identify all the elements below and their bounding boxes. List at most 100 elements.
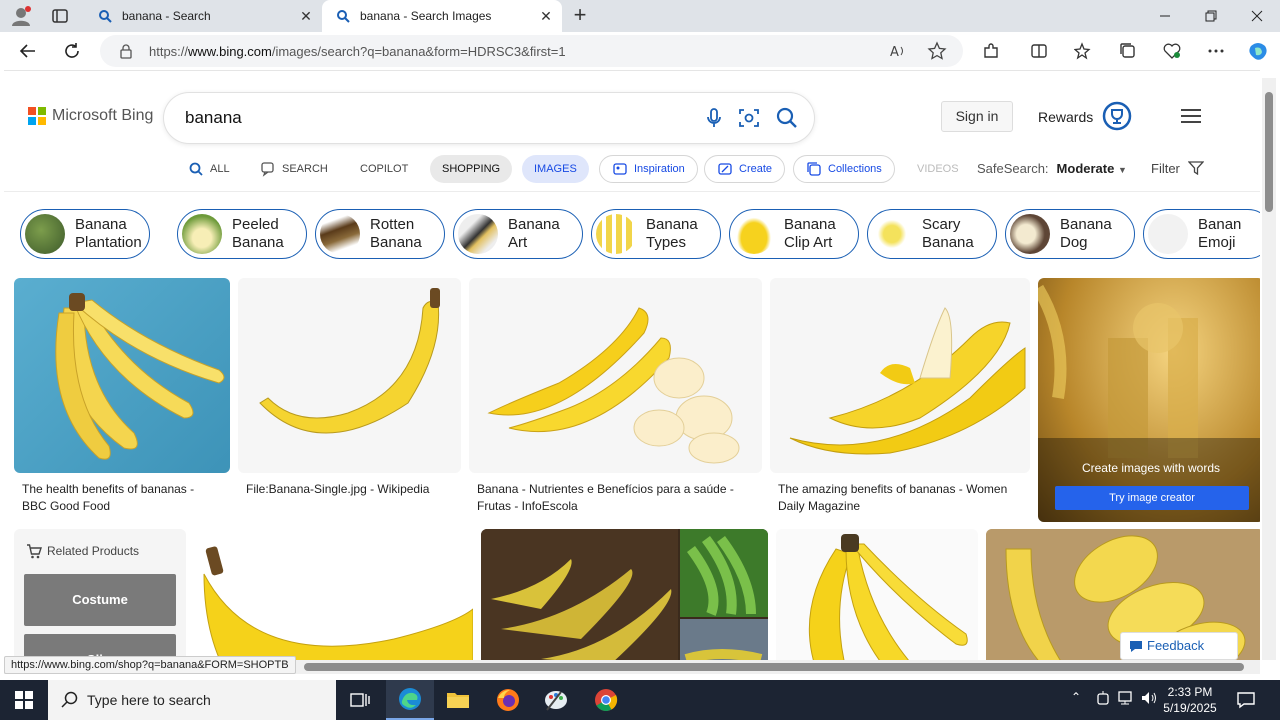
visual-search-icon[interactable]: [737, 106, 761, 130]
bing-logo[interactable]: Microsoft Bing: [28, 107, 153, 125]
chip-rotten-banana[interactable]: Rotten Banana: [315, 209, 445, 259]
start-button[interactable]: [0, 680, 48, 720]
tray-volume-icon[interactable]: [1141, 690, 1159, 710]
taskbar-app-4[interactable]: [532, 680, 580, 720]
result-image-1[interactable]: [14, 278, 230, 473]
result-image-3[interactable]: [469, 278, 762, 473]
chip-banana-art[interactable]: Banana Art: [453, 209, 583, 259]
result-caption-1[interactable]: The health benefits of bananas - BBC Goo…: [22, 481, 222, 515]
search-box[interactable]: banana: [164, 93, 814, 143]
lock-icon[interactable]: [118, 43, 134, 59]
favorites-button[interactable]: [1071, 39, 1095, 63]
result-image-5[interactable]: [194, 529, 473, 660]
result-image-7[interactable]: [776, 529, 978, 660]
rewards-link[interactable]: Rewards: [1038, 109, 1093, 125]
nav-images[interactable]: IMAGES: [522, 155, 589, 183]
nav-all[interactable]: ALL: [188, 155, 230, 183]
chip-banana-clip-art[interactable]: Banana Clip Art: [729, 209, 859, 259]
chip-peeled-banana[interactable]: Peeled Banana: [177, 209, 307, 259]
tray-network-icon[interactable]: [1118, 690, 1136, 710]
tray-overflow-icon[interactable]: ⌃: [1071, 690, 1089, 710]
nav-shopping[interactable]: SHOPPING: [430, 155, 513, 183]
inspiration-icon: [613, 163, 627, 175]
result-caption-4[interactable]: The amazing benefits of bananas - Women …: [778, 481, 1030, 515]
tab-banana-search-images[interactable]: banana - Search Images ✕: [322, 0, 562, 32]
nav-copilot[interactable]: COPILOT: [360, 155, 408, 183]
nav-create[interactable]: Create: [704, 155, 786, 183]
split-screen-button[interactable]: [1027, 39, 1051, 63]
microsoft-logo-icon: [28, 107, 46, 125]
try-image-creator-button[interactable]: Try image creator: [1055, 486, 1249, 510]
collections-button[interactable]: [1116, 39, 1140, 63]
address-bar[interactable]: https://www.bing.com/images/search?q=ban…: [100, 35, 963, 67]
taskbar-edge[interactable]: [386, 680, 434, 720]
logo-text: Microsoft Bing: [52, 107, 154, 124]
search-input[interactable]: banana: [185, 108, 242, 128]
tray-device-icon[interactable]: [1096, 690, 1114, 710]
puzzle-icon: [984, 43, 998, 58]
chip-banana-plantation[interactable]: Banana Plantation: [20, 209, 150, 259]
settings-more-button[interactable]: [1204, 39, 1228, 63]
heart-pulse-icon: [1163, 43, 1181, 59]
vertical-scrollbar-thumb[interactable]: [1265, 92, 1273, 212]
tab-banana-search[interactable]: banana - Search ✕: [84, 0, 322, 32]
profile-icon[interactable]: [10, 5, 32, 27]
safesearch-dropdown[interactable]: SafeSearch: Moderate ▼: [977, 161, 1127, 176]
search-icon: [99, 10, 112, 23]
vertical-scrollbar[interactable]: [1262, 78, 1276, 660]
taskbar-search[interactable]: Type here to search: [48, 680, 336, 720]
page-content: Microsoft Bing banana Sign in Rewards AL…: [4, 70, 1260, 660]
copilot-button[interactable]: [1246, 39, 1270, 63]
search-icon[interactable]: [775, 106, 799, 130]
nav-collections[interactable]: Collections: [793, 155, 895, 183]
banana-closeup-image: [203, 546, 473, 660]
filter-button[interactable]: Filter: [1151, 161, 1204, 176]
result-image-6[interactable]: [481, 529, 768, 660]
extensions-button[interactable]: [979, 39, 1003, 63]
taskbar-clock[interactable]: 2:33 PM 5/19/2025: [1161, 684, 1219, 716]
close-tab-icon[interactable]: ✕: [298, 8, 314, 24]
minimize-icon: [1160, 15, 1170, 17]
chip-scary-banana[interactable]: Scary Banana: [867, 209, 997, 259]
performance-button[interactable]: [1160, 39, 1184, 63]
new-tab-button[interactable]: +: [568, 4, 592, 28]
sign-in-button[interactable]: Sign in: [941, 101, 1013, 132]
result-caption-2[interactable]: File:Banana-Single.jpg - Wikipedia: [246, 481, 461, 498]
nav-search[interactable]: SEARCH: [260, 155, 328, 183]
nav-collections-label: Collections: [828, 163, 882, 175]
restore-button[interactable]: [1188, 0, 1234, 32]
creator-headline: Create images with words: [1081, 461, 1221, 475]
result-image-4[interactable]: [770, 278, 1030, 473]
nav-inspiration[interactable]: Inspiration: [599, 155, 698, 183]
url-text[interactable]: https://www.bing.com/images/search?q=ban…: [149, 44, 566, 59]
task-view-button[interactable]: [336, 680, 384, 720]
notification-icon[interactable]: [1236, 690, 1256, 710]
feedback-button[interactable]: Feedback: [1120, 632, 1238, 660]
close-tab-icon[interactable]: ✕: [538, 8, 554, 24]
favorite-star-icon[interactable]: [927, 41, 947, 61]
chip-banana-emoji[interactable]: Banan Emoji: [1143, 209, 1260, 259]
result-image-2[interactable]: [238, 278, 461, 473]
nav-videos[interactable]: VIDEOS: [917, 155, 959, 183]
close-window-button[interactable]: [1234, 0, 1280, 32]
horizontal-scrollbar-thumb[interactable]: [304, 663, 1244, 671]
related-product-costume[interactable]: Costume: [24, 574, 176, 626]
microphone-icon[interactable]: [702, 106, 726, 130]
refresh-button[interactable]: [60, 39, 84, 63]
chip-banana-dog[interactable]: Banana Dog: [1005, 209, 1135, 259]
rewards-trophy-icon[interactable]: [1102, 101, 1132, 131]
chevron-down-icon: ▼: [1117, 165, 1127, 175]
plantain-collage-image: [481, 529, 768, 660]
banana-bunch-image: [55, 293, 225, 460]
taskbar-file-explorer[interactable]: [434, 680, 482, 720]
hamburger-menu-icon[interactable]: [1180, 107, 1202, 125]
chip-banana-types[interactable]: Banana Types: [591, 209, 721, 259]
taskbar-chrome[interactable]: [582, 680, 630, 720]
tab-actions-icon[interactable]: [50, 6, 70, 26]
result-caption-3[interactable]: Banana - Nutrientes e Benefícios para a …: [477, 481, 762, 515]
related-products-panel: Related Products Costume Cli...: [14, 529, 186, 660]
back-button[interactable]: [16, 39, 40, 63]
taskbar-firefox[interactable]: [484, 680, 532, 720]
minimize-button[interactable]: [1142, 0, 1188, 32]
read-aloud-icon[interactable]: A: [888, 41, 908, 61]
